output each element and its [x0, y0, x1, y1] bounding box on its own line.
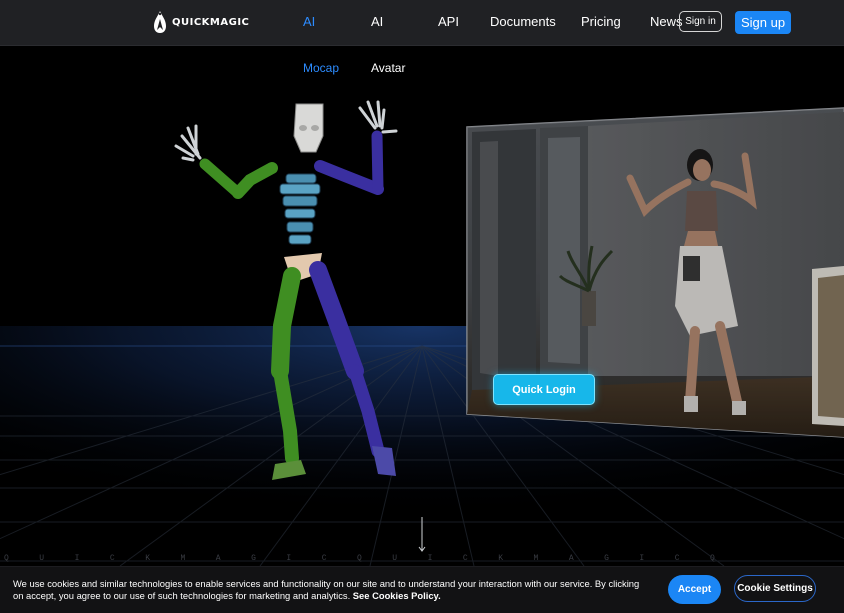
quickmagic-logo-icon [154, 11, 166, 33]
nav-api[interactable]: API [438, 14, 459, 29]
nav-pricing[interactable]: Pricing [581, 14, 621, 29]
sign-up-button[interactable]: Sign up [735, 11, 791, 34]
cookie-policy-link[interactable]: See Cookies Policy. [353, 590, 441, 601]
subnav-avatar[interactable]: Avatar [371, 61, 405, 75]
quick-login-button[interactable]: Quick Login [493, 374, 595, 405]
scroll-down-arrow-icon[interactable] [417, 517, 427, 553]
nav-ai[interactable]: AI [371, 14, 383, 29]
brand-name: QUICKMAGIC [172, 16, 250, 28]
cookie-message: We use cookies and similar technologies … [13, 578, 643, 602]
nav-documents[interactable]: Documents [490, 14, 556, 29]
cookie-text: We use cookies and similar technologies … [13, 578, 640, 601]
subnav-mocap[interactable]: Mocap [303, 61, 339, 75]
hero-scene [0, 100, 844, 566]
hero-section: Quick Login [0, 46, 844, 566]
skeleton-head [293, 103, 324, 153]
nav-news[interactable]: News [650, 14, 683, 29]
cookie-consent-bar: We use cookies and similar technologies … [0, 566, 844, 613]
brand-logo[interactable]: QUICKMAGIC [152, 10, 249, 34]
cookie-settings-button[interactable]: Cookie Settings [734, 575, 816, 602]
sign-in-button[interactable]: Sign in [679, 11, 722, 32]
nav-ai-active[interactable]: AI [303, 14, 315, 29]
accept-cookies-button[interactable]: Accept [668, 575, 721, 604]
top-navigation-bar: QUICKMAGIC AI AI API Documents Pricing N… [0, 0, 844, 46]
